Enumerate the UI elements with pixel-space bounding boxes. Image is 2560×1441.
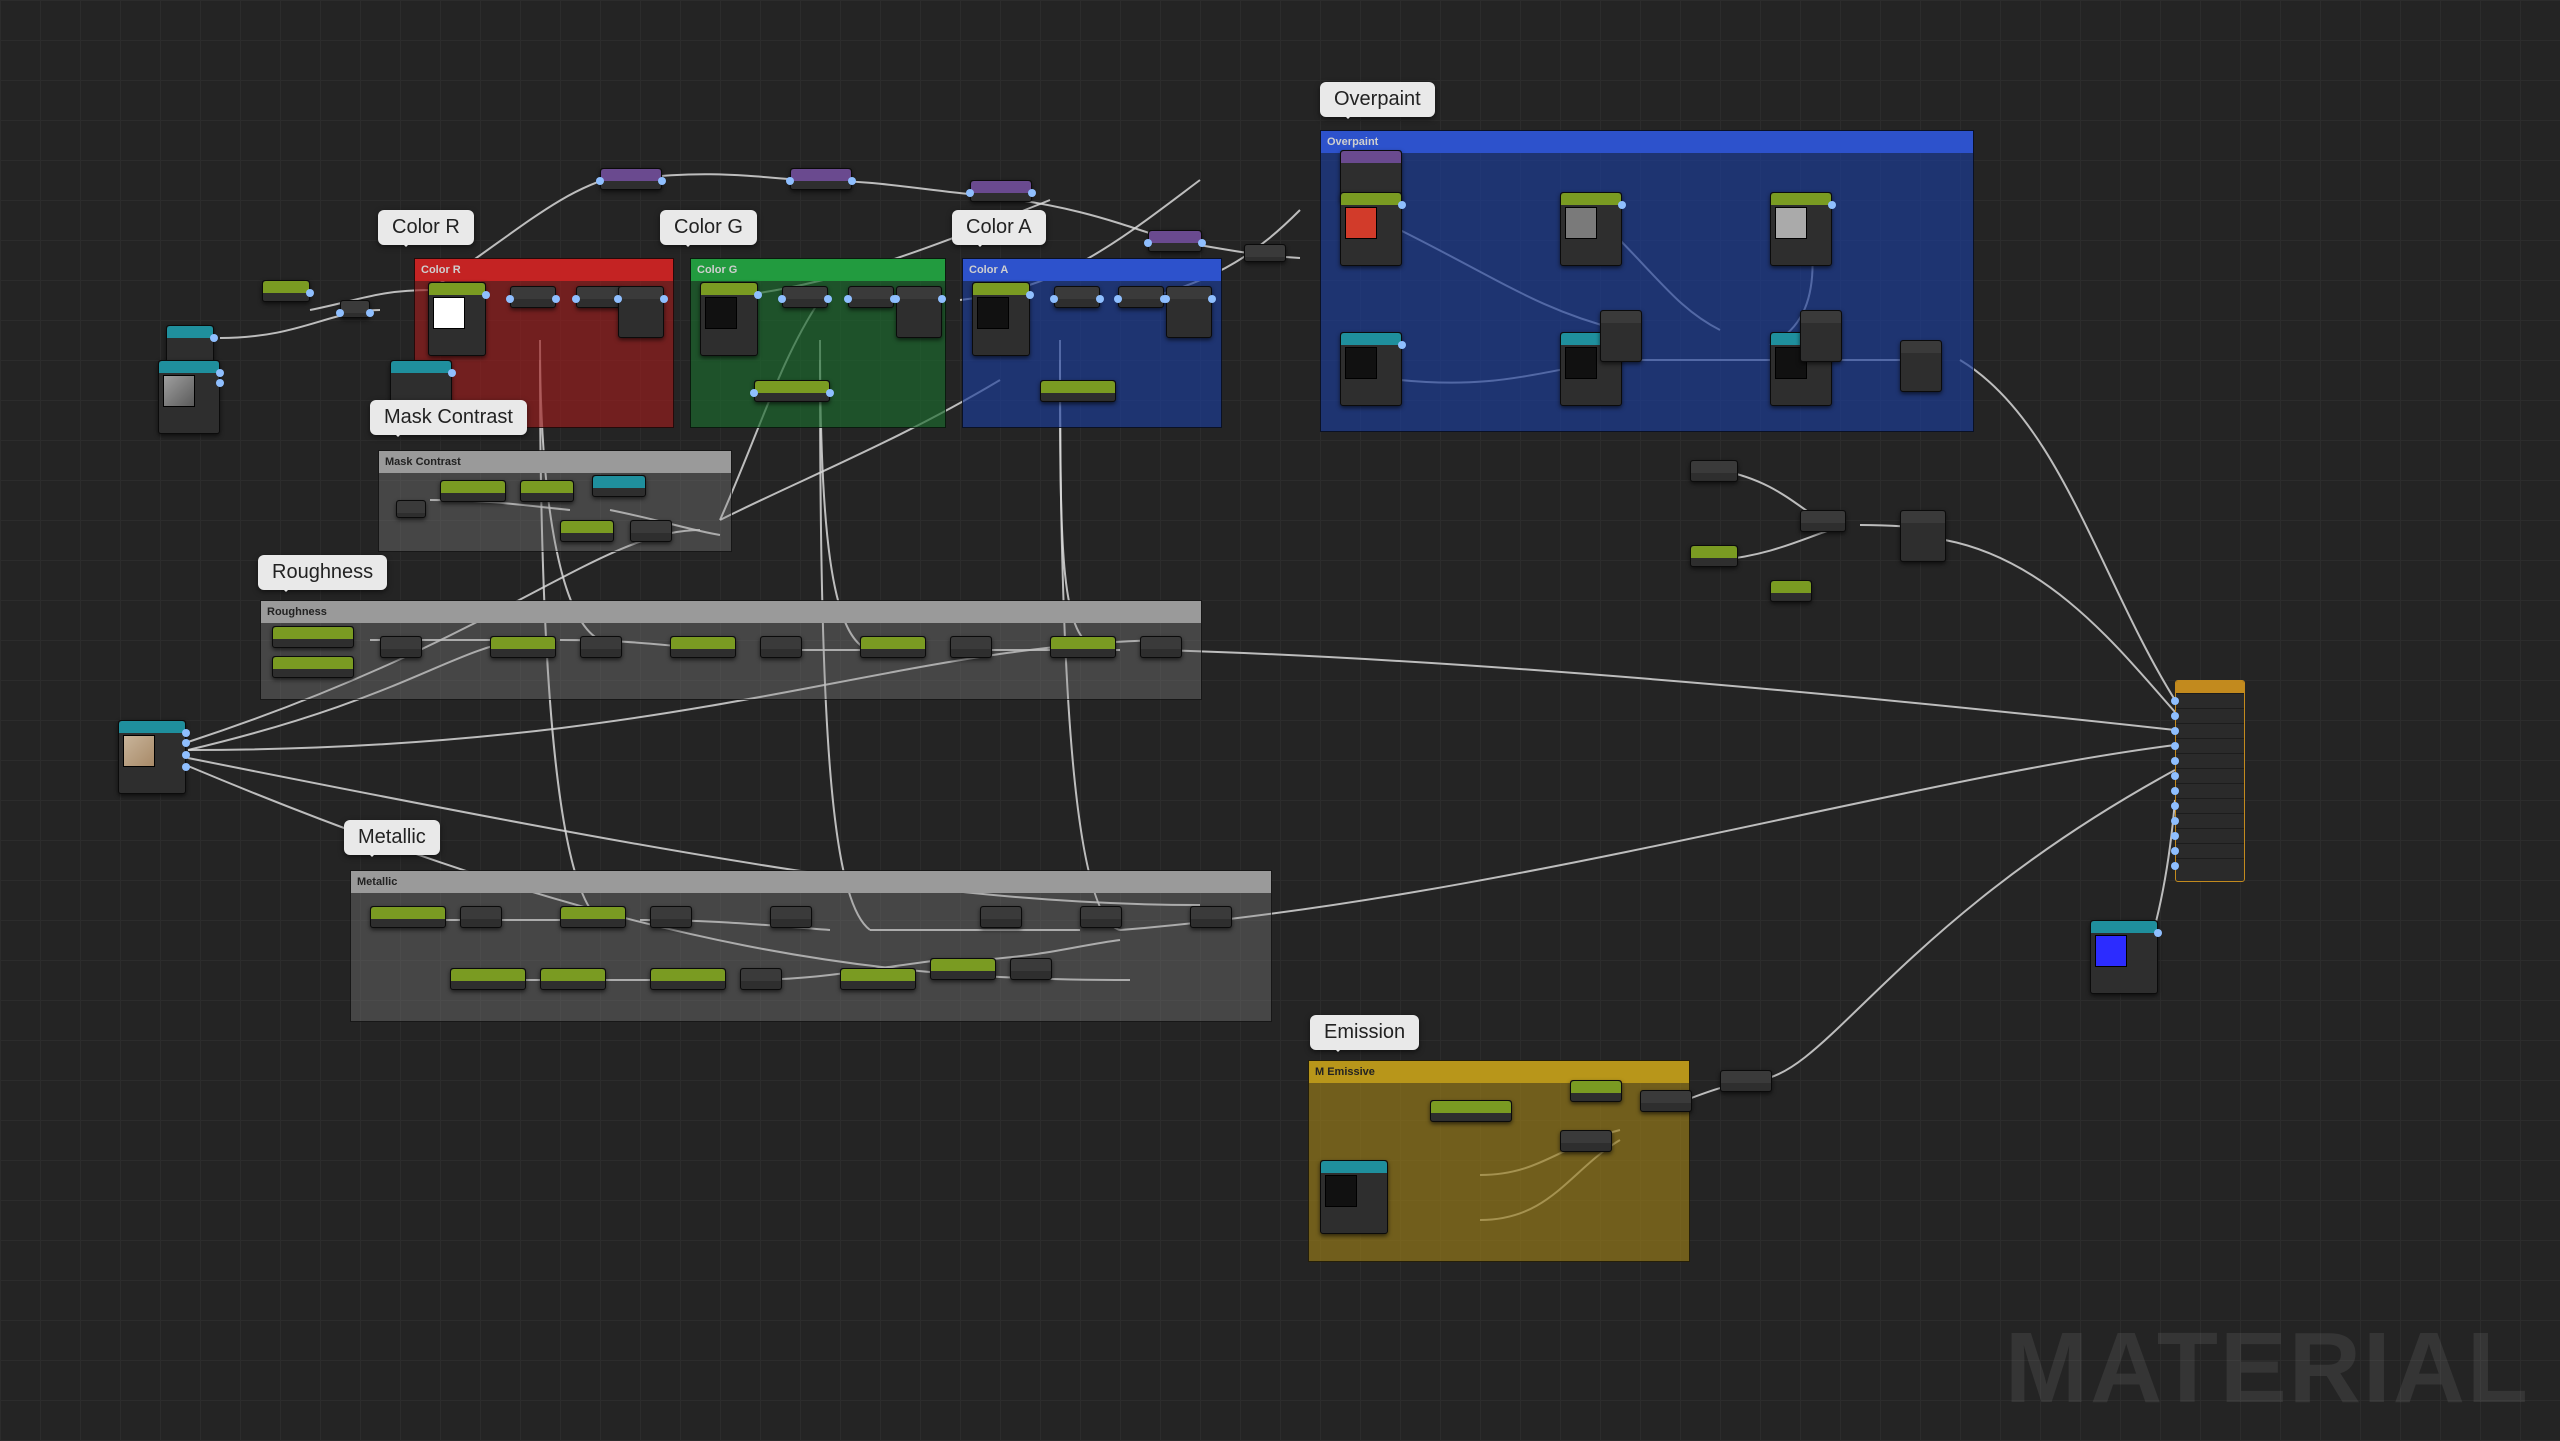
node-emissive-c[interactable]	[1570, 1080, 1622, 1102]
node-switch-op[interactable]	[1800, 510, 1846, 532]
node-multiply-g2[interactable]	[848, 286, 894, 308]
material-output-title	[2176, 681, 2244, 693]
node-material-output[interactable]	[2175, 680, 2245, 882]
node-rough-hi[interactable]	[272, 656, 354, 678]
node-metal-3[interactable]	[650, 906, 692, 928]
node-tint-r[interactable]	[428, 282, 486, 356]
node-reroute-top[interactable]	[1244, 244, 1286, 262]
node-blend-1[interactable]	[600, 168, 662, 190]
node-metal-b7[interactable]	[1010, 958, 1052, 980]
node-lerp-op3[interactable]	[1900, 340, 1942, 392]
node-metal-b3[interactable]	[650, 968, 726, 990]
node-rough-2[interactable]	[490, 636, 556, 658]
node-metal-b6[interactable]	[930, 958, 996, 980]
node-metal-b4[interactable]	[740, 968, 782, 990]
node-const-op1[interactable]	[1690, 460, 1738, 482]
node-multiply-a2[interactable]	[1118, 286, 1164, 308]
node-normal[interactable]	[2090, 920, 2158, 994]
node-const-op2[interactable]	[1690, 545, 1738, 567]
node-emissive-tint[interactable]	[1430, 1100, 1512, 1122]
node-mc-2[interactable]	[520, 480, 574, 502]
node-mc-4[interactable]	[560, 520, 614, 542]
node-tint-a[interactable]	[972, 282, 1030, 356]
node-multiply-r1[interactable]	[510, 286, 556, 308]
comment-metallic[interactable]: Metallic	[350, 870, 1272, 1022]
node-reroute-1[interactable]	[340, 300, 370, 318]
node-lerp-op1[interactable]	[1600, 310, 1642, 362]
node-mc-1[interactable]	[440, 480, 506, 502]
node-rough-out[interactable]	[1140, 636, 1182, 658]
label-metallic: Metallic	[344, 820, 440, 855]
label-color-g: Color G	[660, 210, 757, 245]
node-blend-4[interactable]	[1148, 230, 1202, 252]
node-lerp-r[interactable]	[618, 286, 664, 338]
node-paintcolor-c[interactable]	[1770, 192, 1832, 266]
node-metal-1[interactable]	[460, 906, 502, 928]
node-lerp-op2[interactable]	[1800, 310, 1842, 362]
comment-overpaint[interactable]: Overpaint	[1320, 130, 1974, 432]
node-rough-lo[interactable]	[272, 626, 354, 648]
node-metal-6[interactable]	[1080, 906, 1122, 928]
node-blend-2[interactable]	[790, 168, 852, 190]
node-const-op3[interactable]	[1770, 580, 1812, 602]
label-emission: Emission	[1310, 1015, 1419, 1050]
label-overpaint: Overpaint	[1320, 82, 1435, 117]
node-rough-3[interactable]	[580, 636, 622, 658]
node-lerp-final[interactable]	[1900, 510, 1946, 562]
node-metal-b5[interactable]	[840, 968, 916, 990]
node-roughness-param[interactable]	[262, 280, 310, 302]
node-lerp-g[interactable]	[896, 286, 942, 338]
node-lerp-a[interactable]	[1166, 286, 1212, 338]
label-color-a: Color A	[952, 210, 1046, 245]
node-cheapcontrast-g[interactable]	[754, 380, 830, 402]
node-texture-sample-main[interactable]	[118, 720, 186, 794]
node-metal-4[interactable]	[770, 906, 812, 928]
node-rough-4[interactable]	[670, 636, 736, 658]
node-rough-7[interactable]	[950, 636, 992, 658]
node-metal-out[interactable]	[1190, 906, 1232, 928]
node-metal-b2[interactable]	[540, 968, 606, 990]
node-multiply-a1[interactable]	[1054, 286, 1100, 308]
node-texture-sample-1[interactable]	[158, 360, 220, 434]
node-rough-8[interactable]	[1050, 636, 1116, 658]
node-mc-5[interactable]	[630, 520, 672, 542]
node-mc-in[interactable]	[396, 500, 426, 518]
node-multiply-g1[interactable]	[782, 286, 828, 308]
node-blend-3[interactable]	[970, 180, 1032, 202]
node-paintcolor-b[interactable]	[1560, 192, 1622, 266]
node-rough-6[interactable]	[860, 636, 926, 658]
node-emissive-tex[interactable]	[1320, 1160, 1388, 1234]
label-mask-contrast: Mask Contrast	[370, 400, 527, 435]
node-emissive-out[interactable]	[1720, 1070, 1772, 1092]
node-paintcolor-a[interactable]	[1340, 192, 1402, 266]
node-mc-3[interactable]	[592, 475, 646, 497]
node-metal-2[interactable]	[560, 906, 626, 928]
node-cheapcontrast-a[interactable]	[1040, 380, 1116, 402]
node-tint-g[interactable]	[700, 282, 758, 356]
label-roughness: Roughness	[258, 555, 387, 590]
node-metal-a[interactable]	[370, 906, 446, 928]
label-color-r: Color R	[378, 210, 474, 245]
node-metal-5[interactable]	[980, 906, 1022, 928]
node-rough-5[interactable]	[760, 636, 802, 658]
node-emissive-mul2[interactable]	[1640, 1090, 1692, 1112]
node-paintmask-a[interactable]	[1340, 332, 1402, 406]
node-rough-1[interactable]	[380, 636, 422, 658]
node-emissive-mul[interactable]	[1560, 1130, 1612, 1152]
node-metal-b[interactable]	[450, 968, 526, 990]
